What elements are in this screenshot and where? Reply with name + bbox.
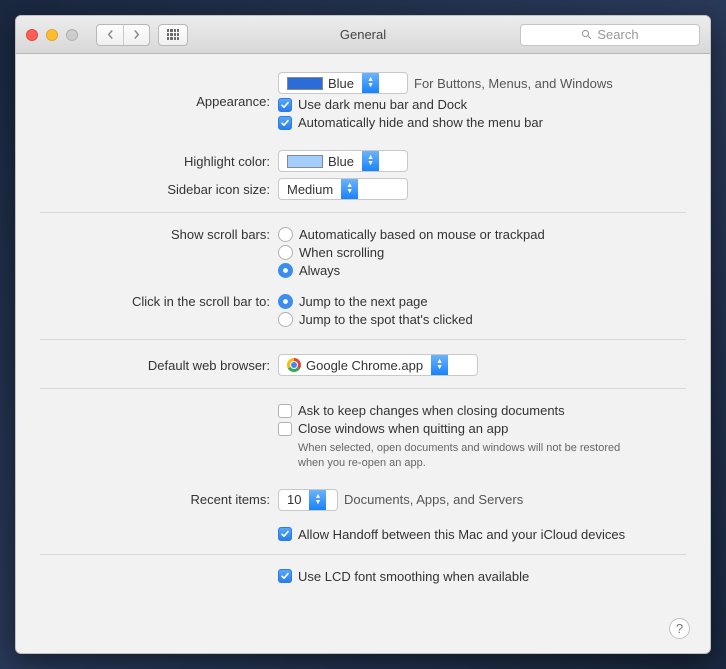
lcd-smoothing-label: Use LCD font smoothing when available: [298, 569, 529, 584]
checkbox-icon: [278, 569, 292, 583]
divider: [40, 339, 686, 340]
recent-items-hint: Documents, Apps, and Servers: [344, 492, 523, 507]
close-quit-label: Close windows when quitting an app: [298, 421, 508, 436]
window-title: General: [340, 27, 386, 42]
checkbox-icon: [278, 527, 292, 541]
ask-keep-checkbox[interactable]: Ask to keep changes when closing documen…: [278, 403, 638, 418]
dark-menu-checkbox[interactable]: Use dark menu bar and Dock: [278, 97, 613, 112]
color-swatch-icon: [287, 77, 323, 90]
close-icon[interactable]: [26, 29, 38, 41]
checkbox-icon: [278, 404, 292, 418]
click-scroll-label: Click in the scroll bar to:: [40, 294, 278, 309]
scroll-always-radio[interactable]: Always: [278, 263, 545, 278]
dark-menu-label: Use dark menu bar and Dock: [298, 97, 467, 112]
divider: [40, 212, 686, 213]
nav-back-forward: [96, 24, 150, 46]
radio-icon: [278, 227, 293, 242]
appearance-hint: For Buttons, Menus, and Windows: [414, 76, 613, 91]
appearance-select[interactable]: Blue ▲▼: [278, 72, 408, 94]
help-icon: ?: [676, 621, 683, 636]
handoff-checkbox[interactable]: Allow Handoff between this Mac and your …: [278, 527, 625, 542]
zoom-icon[interactable]: [66, 29, 78, 41]
stepper-icon: ▲▼: [341, 179, 358, 199]
color-swatch-icon: [287, 155, 323, 168]
divider: [40, 388, 686, 389]
radio-icon: [278, 312, 293, 327]
click-spot-radio[interactable]: Jump to the spot that's clicked: [278, 312, 473, 327]
appearance-value: Blue: [328, 76, 354, 91]
sidebar-size-label: Sidebar icon size:: [40, 182, 278, 197]
sidebar-size-select[interactable]: Medium ▲▼: [278, 178, 408, 200]
browser-value: Google Chrome.app: [306, 358, 423, 373]
search-input[interactable]: Search: [520, 24, 700, 46]
scroll-scrolling-radio[interactable]: When scrolling: [278, 245, 545, 260]
preferences-window: General Search Appearance: Blue ▲▼: [15, 15, 711, 654]
search-icon: [581, 29, 592, 40]
scroll-auto-radio[interactable]: Automatically based on mouse or trackpad: [278, 227, 545, 242]
click-spot-label: Jump to the spot that's clicked: [299, 312, 473, 327]
browser-select[interactable]: Google Chrome.app ▲▼: [278, 354, 478, 376]
forward-button[interactable]: [123, 25, 149, 45]
recent-items-label: Recent items:: [40, 492, 278, 507]
highlight-label: Highlight color:: [40, 154, 278, 169]
browser-label: Default web browser:: [40, 358, 278, 373]
radio-icon: [278, 294, 293, 309]
auto-hide-checkbox[interactable]: Automatically hide and show the menu bar: [278, 115, 613, 130]
auto-hide-label: Automatically hide and show the menu bar: [298, 115, 543, 130]
window-controls: [26, 29, 78, 41]
highlight-value: Blue: [328, 154, 354, 169]
close-quit-checkbox[interactable]: Close windows when quitting an app: [278, 421, 638, 436]
divider: [40, 554, 686, 555]
click-next-label: Jump to the next page: [299, 294, 428, 309]
radio-icon: [278, 245, 293, 260]
checkbox-icon: [278, 116, 292, 130]
back-button[interactable]: [97, 25, 123, 45]
appearance-label: Appearance:: [40, 94, 278, 109]
recent-items-value: 10: [287, 492, 301, 507]
stepper-icon: ▲▼: [309, 490, 326, 510]
lcd-smoothing-checkbox[interactable]: Use LCD font smoothing when available: [278, 569, 529, 584]
show-all-button[interactable]: [158, 24, 188, 46]
click-next-radio[interactable]: Jump to the next page: [278, 294, 473, 309]
scroll-always-label: Always: [299, 263, 340, 278]
close-quit-hint: When selected, open documents and window…: [278, 441, 638, 471]
stepper-icon: ▲▼: [431, 355, 448, 375]
highlight-select[interactable]: Blue ▲▼: [278, 150, 408, 172]
handoff-label: Allow Handoff between this Mac and your …: [298, 527, 625, 542]
ask-keep-label: Ask to keep changes when closing documen…: [298, 403, 565, 418]
minimize-icon[interactable]: [46, 29, 58, 41]
recent-items-select[interactable]: 10 ▲▼: [278, 489, 338, 511]
help-button[interactable]: ?: [669, 618, 690, 639]
content: Appearance: Blue ▲▼ For Buttons, Menus, …: [16, 54, 710, 600]
stepper-icon: ▲▼: [362, 73, 379, 93]
stepper-icon: ▲▼: [362, 151, 379, 171]
search-placeholder: Search: [597, 27, 638, 42]
scrollbars-label: Show scroll bars:: [40, 227, 278, 242]
radio-icon: [278, 263, 293, 278]
grid-icon: [167, 29, 179, 41]
scroll-auto-label: Automatically based on mouse or trackpad: [299, 227, 545, 242]
chrome-icon: [287, 358, 301, 372]
titlebar: General Search: [16, 16, 710, 54]
checkbox-icon: [278, 422, 292, 436]
scroll-scrolling-label: When scrolling: [299, 245, 384, 260]
checkbox-icon: [278, 98, 292, 112]
sidebar-size-value: Medium: [287, 182, 333, 197]
